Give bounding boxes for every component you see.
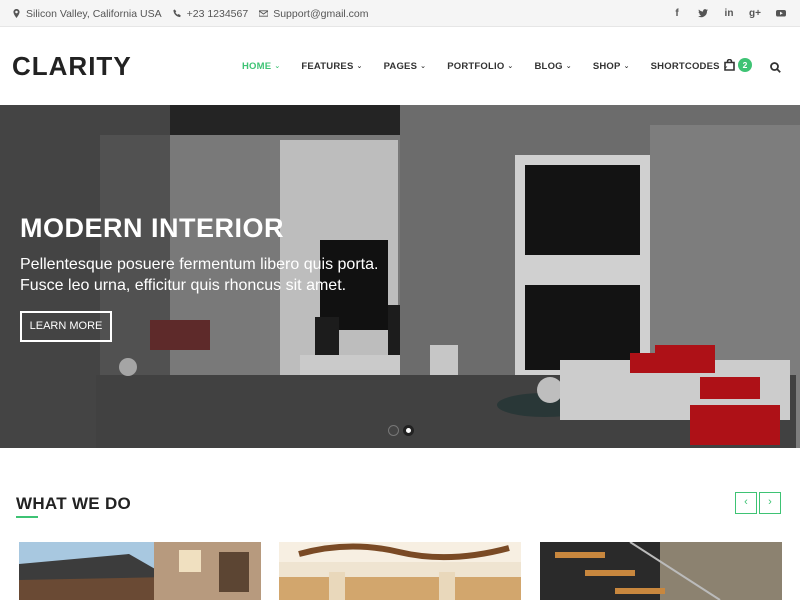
hero-title: MODERN INTERIOR: [20, 213, 284, 243]
nav-item-pages[interactable]: PAGES ⌄: [384, 61, 427, 72]
carousel-next-button[interactable]: ›: [759, 492, 781, 514]
contact-info: Silicon Valley, California USA +23 12345…: [12, 0, 379, 27]
chevron-down-icon: ⌄: [565, 63, 572, 70]
nav-label: SHORTCODES: [650, 60, 720, 72]
service-card-image[interactable]: [19, 542, 261, 600]
facebook-icon[interactable]: f: [664, 8, 690, 19]
envelope-icon: [259, 10, 269, 17]
house-exterior-image: [19, 542, 261, 600]
shopping-bag-icon: [724, 59, 735, 71]
phone-icon: [173, 9, 181, 18]
email-text[interactable]: Support@gmail.com: [273, 8, 368, 20]
phone-item: +23 1234567: [173, 7, 249, 20]
linkedin-icon[interactable]: in: [716, 8, 742, 19]
twitter-icon[interactable]: [690, 8, 716, 19]
site-logo[interactable]: CLARITY: [12, 51, 132, 82]
nav-item-home[interactable]: HOME ⌄: [242, 61, 280, 72]
search-button[interactable]: [770, 60, 781, 78]
nav-label: HOME: [242, 60, 272, 72]
hero-subtitle-line: Fusce leo urna, efficitur quis rhoncus s…: [20, 277, 347, 294]
hero-subtitle-line: Pellentesque posuere fermentum libero qu…: [20, 256, 379, 273]
nav-item-features[interactable]: FEATURES ⌄: [301, 61, 362, 72]
nav-item-blog[interactable]: BLOG ⌄: [535, 61, 572, 72]
carousel-prev-button[interactable]: ‹: [735, 492, 757, 514]
chevron-down-icon: ⌄: [356, 63, 363, 70]
cart-count-badge: 2: [738, 58, 752, 72]
service-card-image[interactable]: [279, 542, 521, 600]
map-marker-icon: [13, 9, 20, 18]
hero-slider: MODERN INTERIOR Pellentesque posuere fer…: [0, 105, 800, 448]
slider-dot-2[interactable]: [403, 425, 414, 436]
cart-button[interactable]: 2: [724, 58, 752, 72]
staircase-image: [540, 542, 782, 600]
nav-label: PAGES: [383, 60, 418, 72]
nav-label: PORTFOLIO: [447, 60, 505, 72]
chevron-down-icon: ⌄: [420, 63, 427, 70]
address-item: Silicon Valley, California USA: [12, 8, 162, 20]
learn-more-button[interactable]: LEARN MORE: [20, 311, 112, 342]
social-links: f in g+: [664, 0, 794, 27]
site-header: CLARITY HOME ⌄ FEATURES ⌄ PAGES ⌄ PORTFOLIO…: [0, 27, 800, 105]
service-card-image[interactable]: [540, 542, 782, 600]
search-icon: [770, 62, 781, 73]
nav-label: SHOP: [592, 60, 621, 72]
nav-label: FEATURES: [301, 60, 354, 72]
nav-item-portfolio[interactable]: PORTFOLIO ⌄: [447, 61, 513, 72]
nav-label: BLOG: [534, 60, 563, 72]
hero-subtitle: Pellentesque posuere fermentum libero qu…: [20, 254, 440, 296]
google-plus-icon[interactable]: g+: [742, 8, 768, 19]
slider-dot-1[interactable]: [388, 425, 399, 436]
address-text: Silicon Valley, California USA: [26, 7, 162, 20]
section-title: WHAT WE DO: [16, 494, 132, 513]
email-item: Support@gmail.com: [259, 8, 368, 20]
section-title-underline: [16, 516, 38, 518]
nav-item-shop[interactable]: SHOP ⌄: [593, 61, 630, 72]
nav-item-shortcodes[interactable]: SHORTCODES ⌄: [651, 61, 729, 72]
main-nav: HOME ⌄ FEATURES ⌄ PAGES ⌄ PORTFOLIO ⌄ BLOG ⌄ …: [242, 27, 750, 105]
chevron-down-icon: ⌄: [274, 63, 281, 70]
chevron-down-icon: ⌄: [507, 63, 514, 70]
phone-text: +23 1234567: [186, 7, 249, 20]
youtube-icon[interactable]: [768, 8, 794, 19]
slider-dots: [388, 425, 418, 436]
chevron-down-icon: ⌄: [623, 63, 630, 70]
top-bar: Silicon Valley, California USA +23 12345…: [0, 0, 800, 27]
interior-ceiling-image: [279, 542, 521, 600]
